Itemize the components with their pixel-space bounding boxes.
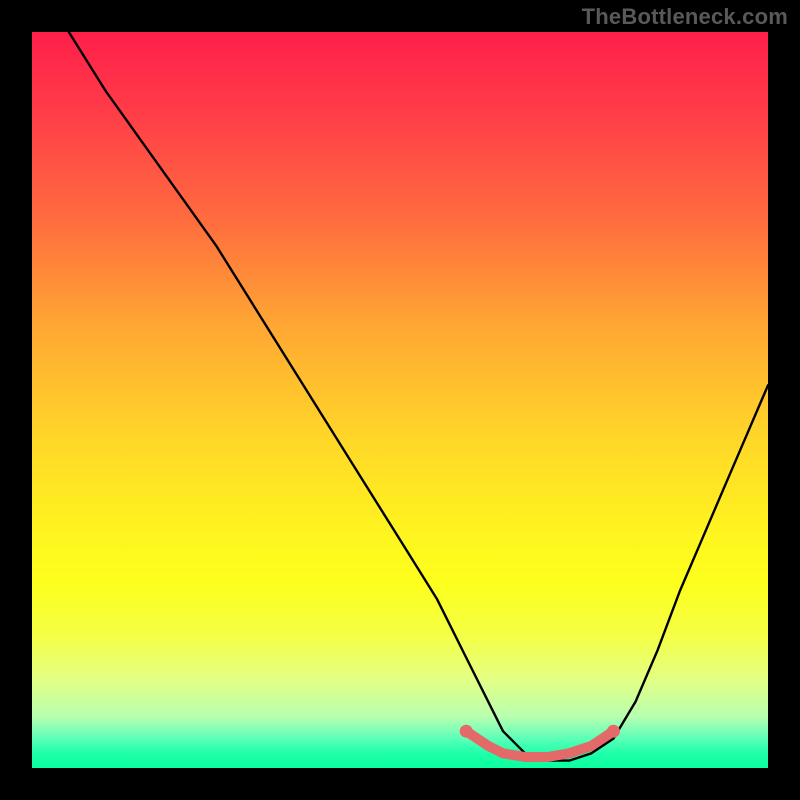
- bottleneck-curve: [69, 32, 768, 761]
- highlight-dot: [542, 752, 552, 762]
- highlight-dot: [460, 725, 473, 738]
- highlight-dot: [607, 725, 620, 738]
- highlight-dot: [520, 752, 530, 762]
- highlight-dot: [483, 741, 493, 751]
- chart-container: TheBottleneck.com: [0, 0, 800, 800]
- highlight-dot: [564, 748, 574, 758]
- main-curve: [69, 32, 768, 761]
- highlight-dot: [586, 741, 596, 751]
- plot-area: [32, 32, 768, 768]
- highlight-dot: [498, 748, 508, 758]
- curve-layer: [32, 32, 768, 768]
- watermark-text: TheBottleneck.com: [582, 4, 788, 30]
- highlight-dots: [460, 725, 620, 762]
